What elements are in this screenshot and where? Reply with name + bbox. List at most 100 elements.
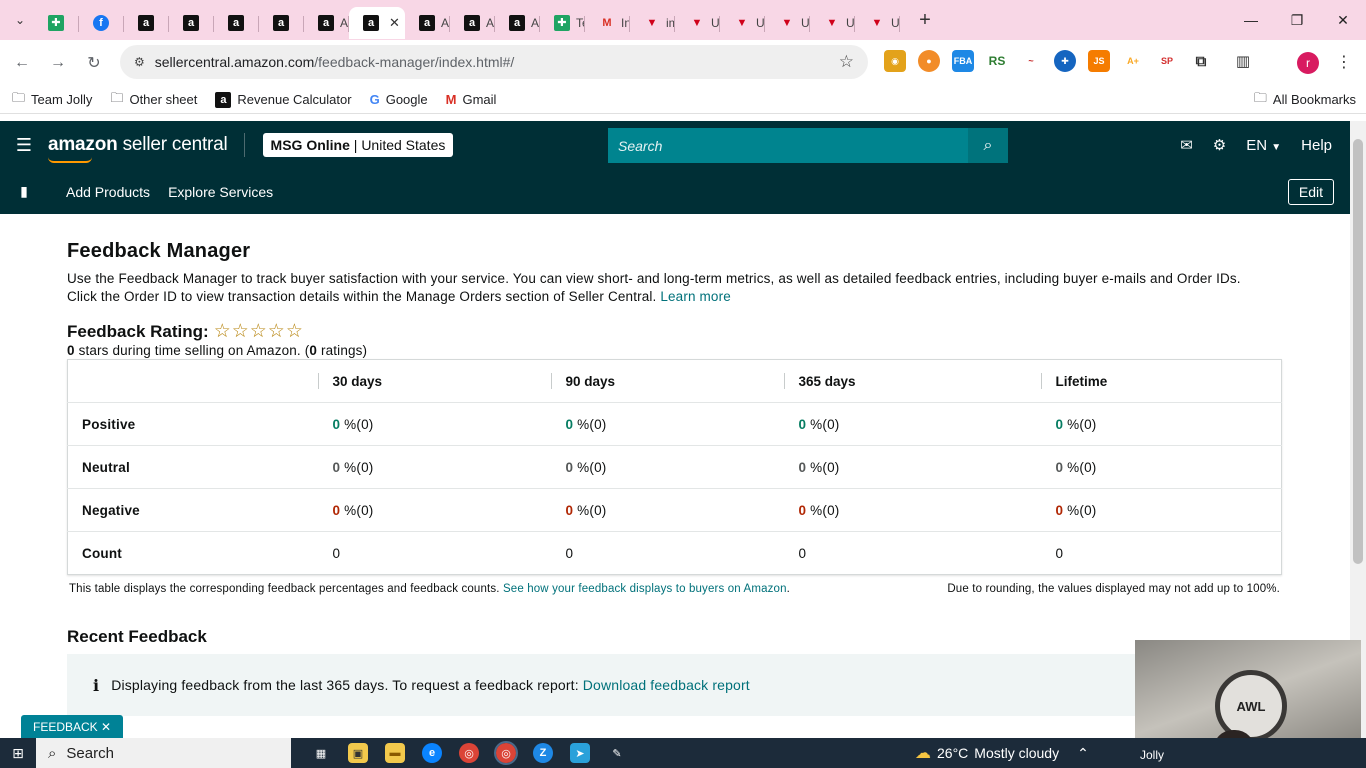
taskbar-search[interactable]: ⌕ Search xyxy=(36,738,291,768)
task-view-icon[interactable]: ▦ xyxy=(311,743,331,763)
gear-icon[interactable]: ⚙ xyxy=(1213,136,1226,154)
extension-fba-icon[interactable]: FBA xyxy=(952,50,974,72)
webcam-user-label: Jolly xyxy=(1140,748,1165,762)
browser-tab[interactable]: ✚ Tea xyxy=(540,7,585,39)
rounding-note: Due to rounding, the values displayed ma… xyxy=(947,583,1280,595)
browser-tab[interactable]: ▼ Upl xyxy=(675,7,720,39)
browser-tab[interactable]: ▼ Up xyxy=(855,7,900,39)
browser-tab[interactable]: a ✕ xyxy=(349,7,405,39)
bookmark-other-sheet[interactable]: 🗀 Other sheet xyxy=(110,89,197,111)
back-arrow-icon[interactable]: ← xyxy=(4,54,40,72)
page-description: Use the Feedback Manager to track buyer … xyxy=(67,271,1241,304)
tray-chevron-icon[interactable]: ⌃ xyxy=(1077,745,1089,762)
info-icon: i xyxy=(93,675,100,695)
browser-tab[interactable]: a xyxy=(259,7,304,39)
browser-tab[interactable]: f xyxy=(79,7,124,39)
browser-tab[interactable]: a Am xyxy=(304,7,349,39)
zoom-icon[interactable]: Z xyxy=(533,743,553,763)
tab-label: Am xyxy=(486,16,495,30)
feedback-display-link[interactable]: See how your feedback displays to buyers… xyxy=(503,583,787,595)
seller-central-subnav: ▮ Add Products Explore Services Edit xyxy=(0,169,1350,214)
extension-jar-icon[interactable]: ◉ xyxy=(884,50,906,72)
learn-more-link[interactable]: Learn more xyxy=(660,289,731,304)
close-window-icon[interactable]: ✕ xyxy=(1320,0,1366,40)
row-label: Negative xyxy=(67,488,318,532)
scrollbar-thumb[interactable] xyxy=(1353,139,1363,564)
new-tab-plus-icon[interactable]: + xyxy=(910,9,940,32)
tab-close-icon[interactable]: ✕ xyxy=(389,15,400,31)
profile-avatar[interactable]: r xyxy=(1297,52,1319,74)
browser-tab[interactable]: a xyxy=(124,7,169,39)
extension-rs-icon[interactable]: RS xyxy=(986,50,1008,72)
forward-arrow-icon[interactable]: → xyxy=(40,54,76,72)
browser-tab[interactable]: ✚ xyxy=(34,7,79,39)
header-search-input[interactable] xyxy=(608,128,968,163)
browser-tab[interactable]: a Am xyxy=(450,7,495,39)
windows-start-icon[interactable]: ⊞ xyxy=(0,745,36,762)
download-report-link[interactable]: Download feedback report xyxy=(583,677,750,693)
chrome-active-icon[interactable]: ◎ xyxy=(494,741,518,765)
browser-tab[interactable]: a xyxy=(214,7,259,39)
site-info-icon[interactable]: ⚙ xyxy=(134,55,145,69)
side-panel-icon[interactable]: ▥ xyxy=(1232,50,1254,72)
amazon-icon: a xyxy=(464,15,480,31)
bookmark-all-bookmarks[interactable]: 🗀 All Bookmarks xyxy=(1254,89,1356,111)
bookmark-ribbon-icon[interactable]: ▮ xyxy=(0,183,48,200)
chrome-icon[interactable]: ◎ xyxy=(459,743,479,763)
edit-nav-button[interactable]: Edit xyxy=(1287,179,1334,205)
search-icon[interactable]: ⌕ xyxy=(968,128,1008,163)
recent-feedback-heading: Recent Feedback xyxy=(67,627,207,646)
nav-add-products[interactable]: Add Products xyxy=(66,184,150,200)
feedback-chip[interactable]: FEEDBACK ✕ xyxy=(21,715,124,738)
store-switcher[interactable]: MSG Online | United States xyxy=(262,133,454,157)
telegram-icon[interactable]: ➤ xyxy=(570,743,590,763)
extensions-puzzle-icon[interactable]: ⧉ xyxy=(1190,50,1212,72)
browser-tab[interactable]: a Am xyxy=(405,7,450,39)
bookmark-gmail[interactable]: M Gmail xyxy=(446,92,497,107)
extension-js-icon[interactable]: JS xyxy=(1088,50,1110,72)
tab-search-chevron-icon[interactable]: ⌄ xyxy=(6,6,34,34)
tab-list: ✚faaaaaAma✕aAmaAmaAm✚TeaMInb▼ima▼Upl▼Upl… xyxy=(34,0,900,40)
bookmark-google[interactable]: G Google xyxy=(370,92,428,107)
browser-tab[interactable]: a xyxy=(169,7,214,39)
address-bar[interactable]: ⚙ sellercentral.amazon.com/feedback-mana… xyxy=(120,45,868,79)
reload-icon[interactable]: ↻ xyxy=(76,53,112,73)
browser-tab-strip: ⌄ ✚faaaaaAma✕aAmaAmaAm✚TeaMInb▼ima▼Upl▼U… xyxy=(0,0,1366,40)
table-cell: 0 %(0) xyxy=(1040,402,1282,446)
browser-tab[interactable]: a Am xyxy=(495,7,540,39)
bookmark-star-icon[interactable]: ☆ xyxy=(839,52,854,72)
app-icon[interactable]: ✎ xyxy=(607,743,627,763)
browser-menu-icon[interactable]: ⋮ xyxy=(1336,52,1352,72)
extension-alert-icon[interactable]: SP xyxy=(1156,50,1178,72)
browser-tab[interactable]: ▼ Upl xyxy=(810,7,855,39)
help-link[interactable]: Help xyxy=(1301,137,1332,154)
browser-tab[interactable]: ▼ Upl xyxy=(765,7,810,39)
hamburger-menu-icon[interactable]: ☰ xyxy=(0,135,48,156)
browser-tab[interactable]: M Inb xyxy=(585,7,630,39)
column-header: 90 days xyxy=(550,360,784,403)
extension-orange-icon[interactable]: ● xyxy=(918,50,940,72)
browser-tab[interactable]: ▼ ima xyxy=(630,7,675,39)
tab-label: Upl xyxy=(801,16,810,30)
file-explorer-icon[interactable]: ▬ xyxy=(385,743,405,763)
edge-icon[interactable]: e xyxy=(422,743,442,763)
language-selector[interactable]: EN ▼ xyxy=(1246,137,1281,154)
sheets-icon: ✚ xyxy=(554,15,570,31)
extension-red-icon[interactable]: ~ xyxy=(1020,50,1042,72)
store-icon[interactable]: ▣ xyxy=(348,743,368,763)
nav-explore-services[interactable]: Explore Services xyxy=(168,184,273,200)
tab-label: Am xyxy=(531,16,540,30)
bookmark-team-jolly[interactable]: 🗀 Team Jolly xyxy=(12,89,92,111)
extension-blue-circle-icon[interactable]: ✚ xyxy=(1054,50,1076,72)
restore-icon[interactable]: ❐ xyxy=(1274,0,1320,40)
extension-scout-icon[interactable]: A+ xyxy=(1122,50,1144,72)
seller-central-logo[interactable]: amazon seller central xyxy=(48,134,228,163)
mail-icon[interactable]: ✉ xyxy=(1180,136,1193,154)
amazon-icon: a xyxy=(363,15,379,31)
bookmark-revenue-calculator[interactable]: a Revenue Calculator xyxy=(215,91,352,108)
browser-tab[interactable]: ▼ Upl xyxy=(720,7,765,39)
tab-label: ima xyxy=(666,16,675,30)
weather-widget[interactable]: ☁ 26°C Mostly cloudy ⌃ xyxy=(915,738,1089,768)
amazon-icon: a xyxy=(509,15,525,31)
minimize-icon[interactable]: — xyxy=(1228,0,1274,40)
